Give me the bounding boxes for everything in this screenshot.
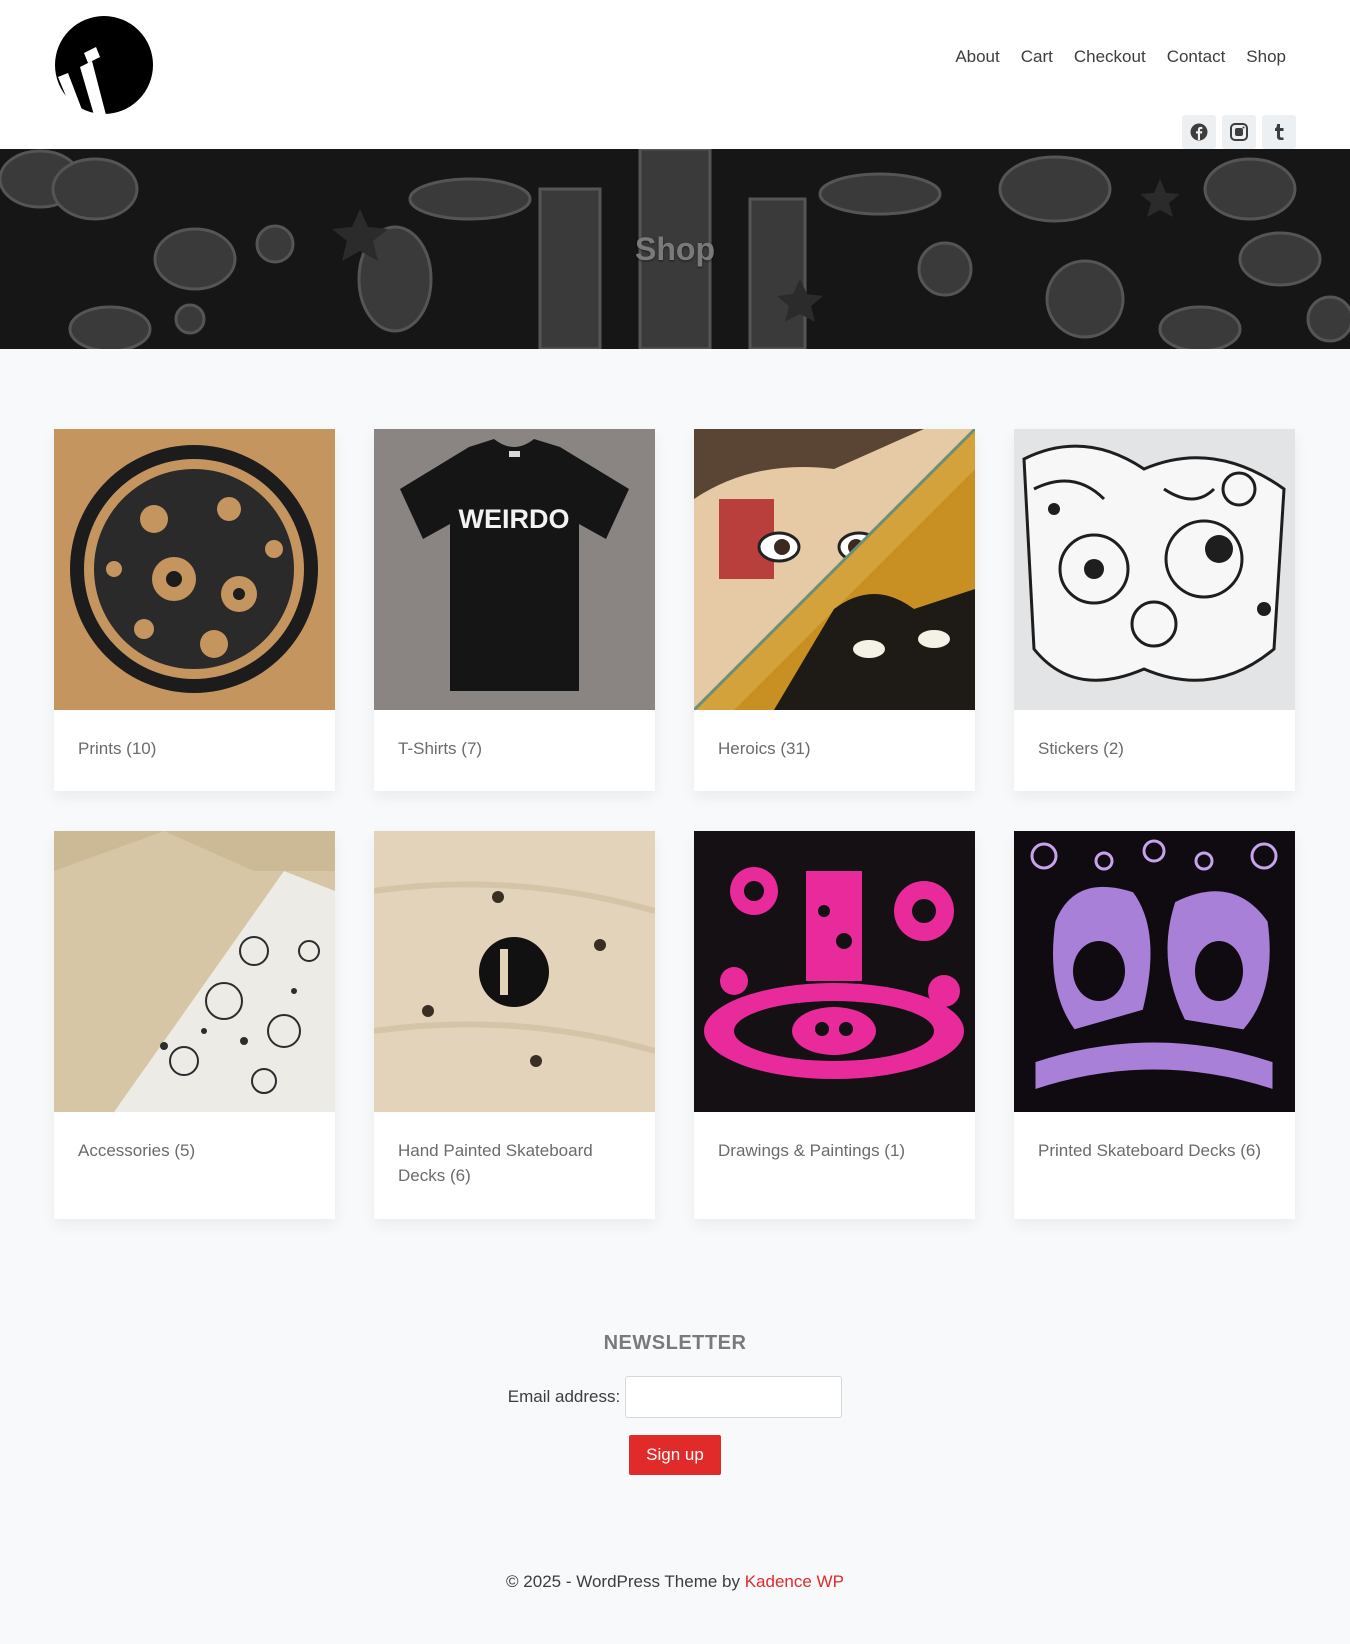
social-links [1182,115,1296,149]
site-logo[interactable] [54,15,154,115]
instagram-icon [1230,123,1248,141]
sign-up-button[interactable]: Sign up [629,1435,721,1475]
category-label: Drawings & Paintings (1) [718,1141,906,1160]
accessories-thumbnail [54,831,335,1112]
logo-icon [55,16,153,115]
category-label: Hand Painted Skateboard Decks (6) [398,1141,593,1185]
nav-checkout[interactable]: Checkout [1074,46,1146,68]
stickers-thumbnail [1014,429,1295,710]
t-shirt-print-text: WEIRDO [459,504,570,534]
category-card-accessories[interactable]: Accessories (5) [54,831,335,1219]
tumblr-link[interactable] [1262,115,1296,149]
nav-contact[interactable]: Contact [1167,46,1226,68]
nav-cart[interactable]: Cart [1021,46,1053,68]
site-footer: © 2025 - WordPress Theme by Kadence WP [0,1572,1350,1592]
email-label: Email address: [507,1387,621,1406]
nav-about[interactable]: About [955,46,999,68]
t-shirts-thumbnail: WEIRDO [374,429,655,710]
facebook-icon [1190,123,1208,141]
nav-shop[interactable]: Shop [1246,46,1286,68]
footer-copyright: © 2025 - WordPress Theme by [506,1572,745,1591]
printed-decks-thumbnail [1014,831,1295,1112]
drawings-paintings-thumbnail [694,831,975,1112]
category-card-stickers[interactable]: Stickers (2) [1014,429,1295,791]
category-card-heroics[interactable]: Heroics (31) [694,429,975,791]
category-label: T-Shirts (7) [398,739,483,758]
site-header: About Cart Checkout Contact Shop [0,0,1350,149]
category-card-prints[interactable]: Prints (10) [54,429,335,791]
page-title: Shop [635,230,715,267]
category-grid-row-2: Accessories (5) Hand Painted Skateboard … [54,831,1296,1219]
email-input[interactable] [625,1376,843,1418]
category-grid: Prints (10) WEIRDO T-Shirts (7) Heroics … [54,429,1296,791]
category-label: Accessories (5) [78,1141,196,1160]
prints-thumbnail [54,429,335,710]
category-label: Heroics (31) [718,739,811,758]
heroics-thumbnail [694,429,975,710]
hand-painted-decks-thumbnail [374,831,655,1112]
main-nav: About Cart Checkout Contact Shop [955,46,1286,68]
category-card-hand-painted-skateboard-decks[interactable]: Hand Painted Skateboard Decks (6) [374,831,655,1219]
newsletter-form: Email address: [0,1376,1350,1418]
category-card-printed-skateboard-decks[interactable]: Printed Skateboard Decks (6) [1014,831,1295,1219]
instagram-link[interactable] [1222,115,1256,149]
tumblr-icon [1275,124,1284,140]
category-card-drawings-paintings[interactable]: Drawings & Paintings (1) [694,831,975,1219]
page-hero: Shop [0,149,1350,349]
category-label: Stickers (2) [1038,739,1124,758]
newsletter-heading: NEWSLETTER [603,1332,747,1354]
facebook-link[interactable] [1182,115,1216,149]
category-label: Printed Skateboard Decks (6) [1038,1141,1261,1160]
category-card-t-shirts[interactable]: WEIRDO T-Shirts (7) [374,429,655,791]
kadence-wp-link[interactable]: Kadence WP [745,1572,844,1591]
category-label: Prints (10) [78,739,157,758]
